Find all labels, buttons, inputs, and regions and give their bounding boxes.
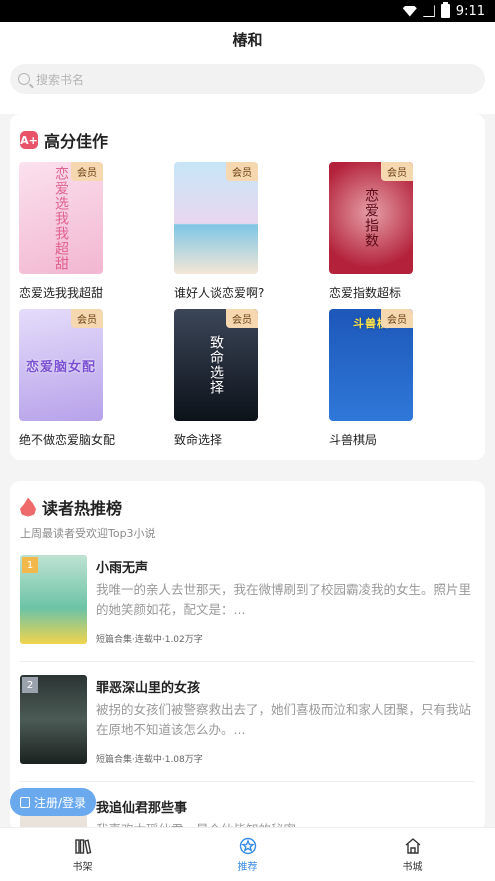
section-subtitle: 上周最读者受欢迎Top3小说 (20, 527, 156, 540)
flame-icon (20, 497, 36, 517)
vip-badge: 会员 (71, 309, 103, 328)
vip-badge: 会员 (226, 162, 258, 181)
vip-badge: 会员 (381, 162, 413, 181)
tab-recommend[interactable]: 推荐 (208, 837, 288, 873)
book-item[interactable]: 恋爱指数 会员 恋爱指数超标 (329, 162, 479, 301)
book-item[interactable]: 斗兽棋 会员 斗兽棋局 (329, 309, 479, 448)
book-title[interactable]: 罪恶深山里的女孩 (96, 677, 475, 696)
book-cover[interactable]: 致命选择 会员 (174, 309, 258, 421)
book-item[interactable]: 恋爱脑女配 会员 绝不做恋爱脑女配 (19, 309, 169, 448)
book-cover[interactable]: 恋爱选我我超甜 会员 (19, 162, 103, 274)
signal-icon (422, 5, 435, 17)
book-description: 我唯一的亲人去世那天，我在微博刷到了校园霸凌我的女生。照片里的她笑颜如花，配文是… (96, 582, 472, 617)
list-item[interactable]: 1 小雨无声 我唯一的亲人去世那天，我在微博刷到了校园霸凌我的女生。照片里的她笑… (10, 541, 485, 661)
tab-label: 书城 (402, 861, 423, 873)
book-title[interactable]: 致命选择 (174, 431, 324, 448)
header: 椿和 搜索书名 (0, 22, 495, 114)
rank-number: 2 (22, 677, 38, 693)
login-icon (20, 796, 30, 808)
list-item[interactable]: 2 罪恶深山里的女孩 被拐的女孩们被警察救出去了，她们喜极而泣和家人团聚，只有我… (10, 661, 485, 781)
book-cover[interactable]: 1 (20, 555, 87, 644)
cover-text: 致命选择 (208, 335, 224, 395)
a-plus-icon: A+ (20, 131, 38, 149)
book-title[interactable]: 恋爱指数超标 (329, 284, 479, 301)
search-icon (18, 73, 30, 85)
book-title[interactable]: 小雨无声 (96, 557, 475, 576)
book-title[interactable]: 恋爱选我我超甜 (19, 284, 169, 301)
bookstore-icon (405, 837, 420, 854)
login-label: 注册/登录 (34, 795, 87, 810)
status-time: 9:11 (455, 3, 485, 19)
battery-icon (440, 2, 450, 18)
ranking-section: 读者热推榜 上周最读者受欢迎Top3小说 1 小雨无声 我唯一的亲人去世那天，我… (10, 481, 485, 831)
cover-text: 恋爱脑女配 (25, 359, 96, 375)
tab-bookshelf[interactable]: 书架 (43, 837, 123, 873)
cover-text: 恋爱选我我超甜 (53, 165, 69, 271)
section-title: 高分佳作 (44, 132, 109, 151)
bottom-tab-bar: 书架 推荐 书城 (0, 827, 495, 881)
book-meta: 短篇合集·连载中·1.08万字 (96, 755, 203, 765)
vip-badge: 会员 (381, 309, 413, 328)
book-item[interactable]: 致命选择 会员 致命选择 (174, 309, 324, 448)
login-button[interactable]: 注册/登录 (10, 788, 97, 816)
book-meta: 短篇合集·连载中·1.02万字 (96, 635, 203, 645)
book-cover[interactable]: 2 (20, 675, 87, 764)
book-title[interactable]: 斗兽棋局 (329, 431, 479, 448)
book-cover[interactable]: 恋爱脑女配 会员 (19, 309, 103, 421)
book-description: 被拐的女孩们被警察救出去了，她们喜极而泣和家人团聚，只有我站在原地不知道该怎么办… (96, 702, 472, 737)
vip-badge: 会员 (226, 309, 258, 328)
tab-bookstore[interactable]: 书城 (373, 837, 453, 873)
recommend-icon (239, 837, 256, 854)
book-item[interactable]: 会员 谁好人谈恋爱啊? (174, 162, 324, 301)
search-input[interactable]: 搜索书名 (10, 64, 485, 94)
status-bar: 9:11 (0, 0, 495, 22)
book-title[interactable]: 谁好人谈恋爱啊? (174, 284, 324, 301)
book-cover[interactable]: 会员 (174, 162, 258, 274)
bookshelf-icon (74, 838, 91, 854)
book-item[interactable]: 恋爱选我我超甜 会员 恋爱选我我超甜 (19, 162, 169, 301)
book-title[interactable]: 我追仙君那些事 (96, 797, 475, 816)
cover-text: 恋爱指数 (363, 188, 379, 248)
book-cover[interactable]: 恋爱指数 会员 (329, 162, 413, 274)
search-placeholder: 搜索书名 (36, 72, 85, 87)
section-title: 读者热推榜 (42, 499, 123, 518)
book-title[interactable]: 绝不做恋爱脑女配 (19, 431, 169, 448)
tab-label: 推荐 (237, 861, 258, 873)
vip-badge: 会员 (71, 162, 103, 181)
wifi-icon (402, 5, 417, 17)
featured-section: A+ 高分佳作 恋爱选我我超甜 会员 恋爱选我我超甜 会员 谁好人谈恋爱啊? 恋… (10, 114, 485, 460)
page-title: 椿和 (232, 31, 263, 49)
tab-label: 书架 (72, 861, 93, 873)
rank-number: 1 (22, 557, 38, 573)
book-cover[interactable]: 斗兽棋 会员 (329, 309, 413, 421)
